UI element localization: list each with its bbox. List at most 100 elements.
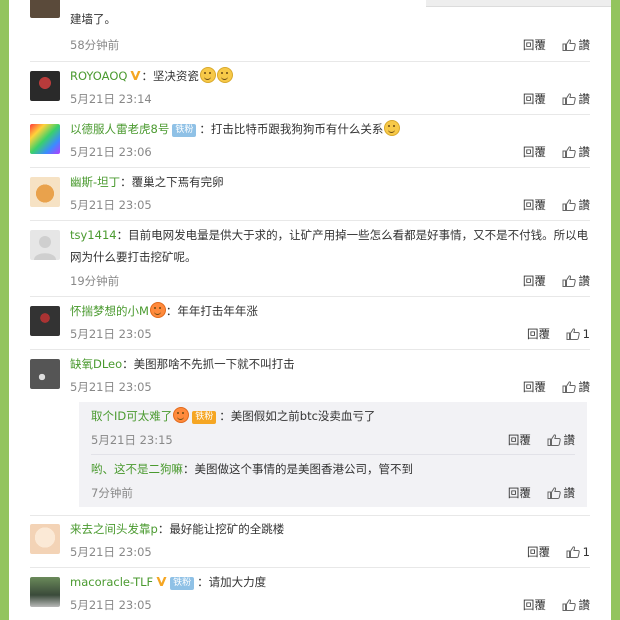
- like-count[interactable]: 讚: [564, 486, 576, 500]
- comment-item: ROYOAOQ ：坚决资瓷 5月21日 23:14 回覆 讚: [9, 62, 611, 115]
- comment-panel: 建墙了。 58分钟前 回覆 讚 ROYOAOQ ：坚决资瓷 5月21日 23:14…: [9, 0, 611, 620]
- like-count[interactable]: 讚: [579, 274, 591, 288]
- colon: ：: [120, 175, 132, 189]
- colon: ：: [197, 575, 209, 589]
- comment-actions: 回覆 讚: [523, 197, 590, 213]
- reply-time: 7分钟前: [91, 486, 133, 500]
- default-avatar-icon: [34, 236, 56, 260]
- comment-time: 5月21日 23:05: [70, 327, 152, 341]
- like-count[interactable]: 讚: [579, 38, 591, 52]
- comment-content: 请加大力度: [208, 575, 267, 589]
- username-link[interactable]: 来去之间头发靠p: [70, 522, 158, 536]
- reply-button[interactable]: 回覆: [523, 380, 546, 394]
- username-link[interactable]: 幽斯-坦丁: [70, 175, 120, 189]
- reply-button[interactable]: 回覆: [527, 327, 550, 341]
- like-icon[interactable]: [562, 93, 576, 105]
- like-count[interactable]: 1: [583, 327, 590, 341]
- comment-actions: 回覆 讚: [523, 273, 590, 289]
- reply-button[interactable]: 回覆: [527, 545, 550, 559]
- avatar[interactable]: [30, 306, 60, 336]
- like-count[interactable]: 讚: [579, 145, 591, 159]
- colon: ：: [165, 304, 178, 318]
- vip-icon: [130, 70, 141, 81]
- reply-button[interactable]: 回覆: [508, 433, 531, 447]
- like-icon[interactable]: [566, 328, 580, 340]
- username-link[interactable]: ROYOAOQ: [70, 69, 127, 83]
- like-icon[interactable]: [562, 146, 576, 158]
- fan-badge[interactable]: 铁粉: [172, 124, 197, 137]
- member-emoji-icon: [149, 302, 166, 318]
- reply-time: 5月21日 23:15: [91, 433, 173, 447]
- username-link[interactable]: 怀揣梦想的小M: [70, 304, 149, 318]
- comment-content: 年年打击年年涨: [177, 304, 258, 318]
- like-icon[interactable]: [547, 487, 561, 499]
- like-count[interactable]: 讚: [579, 598, 591, 612]
- colon: ：: [199, 122, 211, 136]
- smile-emoji-icon: [216, 67, 233, 83]
- comment-text: 幽斯-坦丁：覆巢之下焉有完卵: [70, 171, 590, 193]
- comment-actions: 回覆 讚: [523, 91, 590, 107]
- comment-content: 美图那啥不先抓一下就不叫打击: [133, 357, 295, 371]
- comment-item: 幽斯-坦丁：覆巢之下焉有完卵 5月21日 23:05 回覆 讚: [9, 168, 611, 221]
- like-count[interactable]: 讚: [579, 380, 591, 394]
- comment-content: 覆巢之下焉有完卵: [131, 175, 224, 189]
- avatar[interactable]: [30, 524, 60, 554]
- reply-button[interactable]: 回覆: [523, 198, 546, 212]
- comment-item: 怀揣梦想的小M ：年年打击年年涨 5月21日 23:05 回覆 1: [9, 297, 611, 350]
- avatar[interactable]: [30, 577, 60, 607]
- like-icon[interactable]: [562, 381, 576, 393]
- comment-time: 58分钟前: [70, 38, 120, 52]
- comment-time: 19分钟前: [70, 274, 120, 288]
- colon: ：: [141, 69, 153, 83]
- like-icon[interactable]: [547, 434, 561, 446]
- reply-actions: 回覆 讚: [508, 485, 575, 501]
- reply-button[interactable]: 回覆: [508, 486, 531, 500]
- like-icon[interactable]: [562, 275, 576, 287]
- like-icon[interactable]: [562, 39, 576, 51]
- like-count[interactable]: 讚: [564, 433, 576, 447]
- reply-button[interactable]: 回覆: [523, 145, 546, 159]
- username-link[interactable]: tsy1414: [70, 228, 117, 242]
- reply-list: 取个ID可太难了 铁粉 ：美图假如之前btc没卖血亏了 5月21日 23:15 回覆…: [79, 402, 587, 507]
- like-count[interactable]: 讚: [579, 92, 591, 106]
- vip-icon: [156, 576, 167, 587]
- username-link[interactable]: 以德服人雷老虎8号: [70, 122, 169, 136]
- like-count[interactable]: 讚: [579, 198, 591, 212]
- reply-button[interactable]: 回覆: [523, 38, 546, 52]
- comment-actions: 回覆 讚: [523, 379, 590, 395]
- avatar[interactable]: [30, 71, 60, 101]
- smile-emoji-icon: [199, 67, 216, 83]
- avatar[interactable]: [30, 0, 60, 18]
- username-link[interactable]: 哟、这不是二狗嘛: [91, 462, 183, 476]
- colon: ：: [183, 462, 195, 476]
- comment-text: 怀揣梦想的小M ：年年打击年年涨: [70, 300, 590, 322]
- comment-actions: 回覆 讚: [523, 144, 590, 160]
- reply-text: 哟、这不是二狗嘛：美图做这个事情的是美图香港公司，管不到: [91, 458, 611, 480]
- fan-badge[interactable]: 铁粉: [192, 411, 217, 424]
- like-icon[interactable]: [566, 546, 580, 558]
- username-link[interactable]: 缺氧DLeo: [70, 357, 122, 371]
- comment-item: 缺氧DLeo：美图那啥不先抓一下就不叫打击 5月21日 23:05 回覆 讚 取…: [9, 350, 611, 518]
- comment-content: 目前电网发电量是供大于求的，让矿产用掉一些怎么看都是好事情，又不是不付钱。所以电…: [70, 228, 589, 264]
- username-link[interactable]: macoracle-TLF: [70, 575, 153, 589]
- reply-button[interactable]: 回覆: [523, 598, 546, 612]
- like-count[interactable]: 1: [583, 545, 590, 559]
- avatar[interactable]: [30, 359, 60, 389]
- reply-button[interactable]: 回覆: [523, 92, 546, 106]
- comment-actions: 回覆 讚: [523, 37, 590, 53]
- comment-item: macoracle-TLF 铁粉 ：请加大力度 5月21日 23:05 回覆 讚: [9, 568, 611, 620]
- username-link[interactable]: 取个ID可太难了: [91, 409, 172, 423]
- comment-text: ROYOAOQ ：坚决资瓷: [70, 65, 590, 87]
- fan-badge[interactable]: 铁粉: [170, 577, 195, 590]
- avatar[interactable]: [30, 177, 60, 207]
- reply-button[interactable]: 回覆: [523, 274, 546, 288]
- doge-emoji-icon: [384, 120, 401, 136]
- comment-actions: 回覆 1: [527, 326, 590, 342]
- avatar[interactable]: [30, 230, 60, 260]
- colon: ：: [157, 522, 170, 536]
- like-icon[interactable]: [562, 199, 576, 211]
- comment-content: 建墙了。: [70, 12, 116, 26]
- comment-item: tsy1414：目前电网发电量是供大于求的，让矿产用掉一些怎么看都是好事情，又不…: [9, 221, 611, 297]
- like-icon[interactable]: [562, 599, 576, 611]
- avatar[interactable]: [30, 124, 60, 154]
